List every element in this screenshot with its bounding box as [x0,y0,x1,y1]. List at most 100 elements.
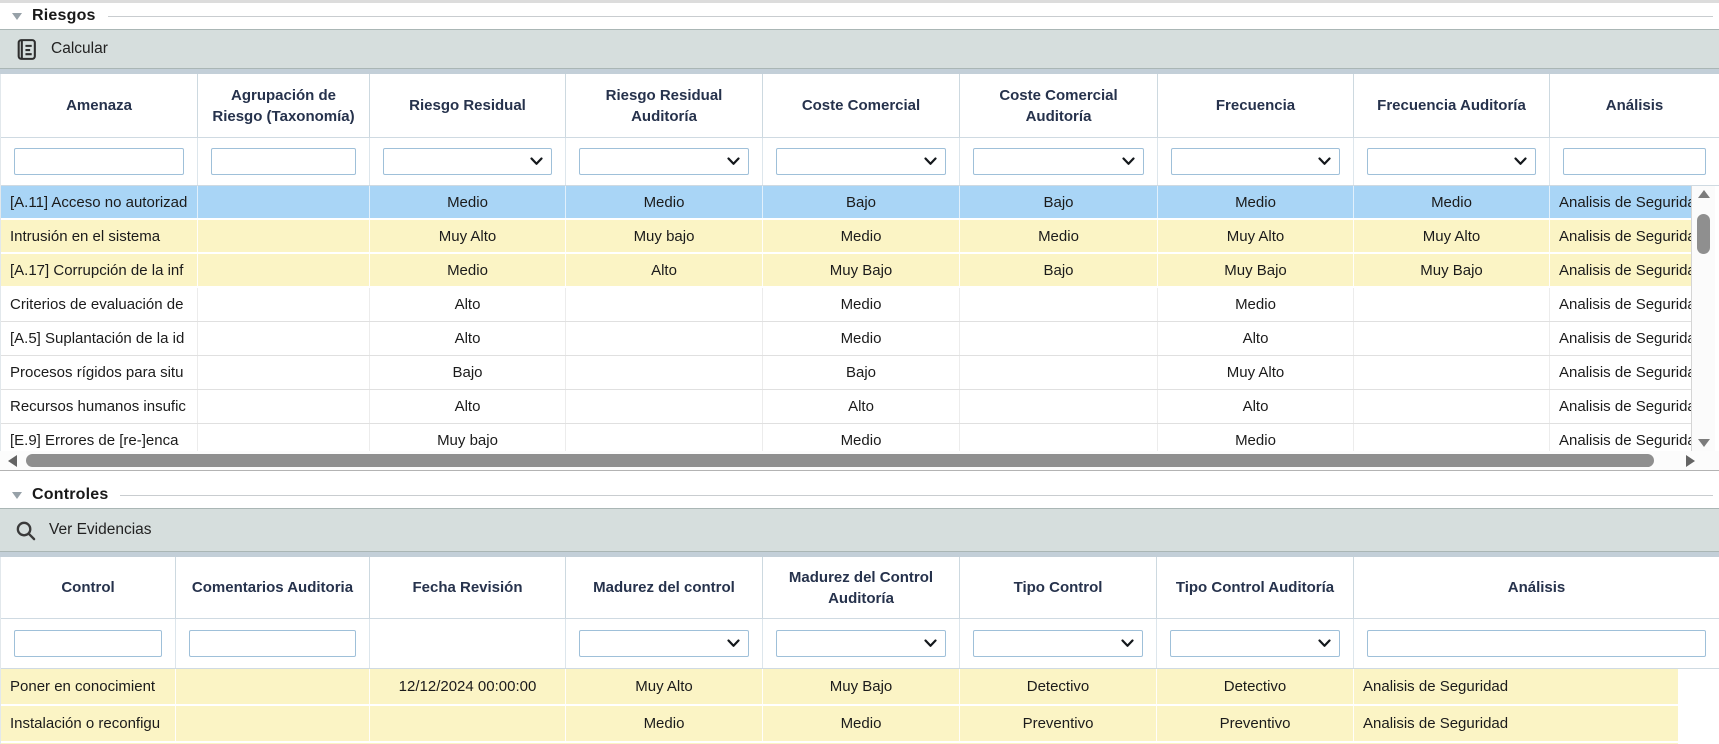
table-cell: Medio [763,706,960,741]
table-cell [566,288,763,321]
scroll-left-arrow[interactable] [8,455,17,467]
table-row[interactable]: Procesos rígidos para situBajoBajoMuy Al… [1,356,1691,390]
chevron-down-icon [1514,157,1527,166]
collapse-triangle-icon[interactable] [12,13,22,20]
ver-evidencias-button[interactable]: Ver Evidencias [14,519,152,542]
filter-input-control[interactable] [14,630,162,657]
filter-select-frecuencia-auditoria[interactable] [1367,148,1536,175]
column-header-agrupacion-de-riesgo-taxonomia[interactable]: Agrupación de Riesgo (Taxonomía) [198,74,370,137]
filter-select-tipo-control[interactable] [973,630,1143,657]
table-cell: Intrusión en el sistema [1,220,198,252]
horizontal-scrollbar-thumb[interactable] [26,454,1654,467]
column-header-riesgo-residual[interactable]: Riesgo Residual [370,74,566,137]
scroll-down-arrow[interactable] [1692,435,1715,451]
calcular-button[interactable]: Calcular [14,37,108,62]
column-header-analisis[interactable]: Análisis [1354,557,1719,618]
table-cell [960,288,1158,321]
chevron-down-icon [1318,157,1331,166]
scroll-right-arrow[interactable] [1686,455,1695,467]
controles-grid: ControlComentarios AuditoriaFecha Revisi… [1,557,1719,744]
table-cell: Analisis de Seguridad [1550,390,1691,423]
table-cell: Muy Alto [566,669,763,704]
table-cell: Analisis de Seguridad [1550,356,1691,389]
table-row[interactable]: [E.9] Errores de [re-]encaMuy bajoMedioM… [1,424,1691,451]
column-header-frecuencia[interactable]: Frecuencia [1158,74,1354,137]
table-cell [198,186,370,218]
table-cell: Preventivo [960,706,1157,741]
controles-table: ControlComentarios AuditoriaFecha Revisi… [0,557,1719,744]
table-cell: Alto [1158,390,1354,423]
riesgos-section-header: Riesgos [0,3,1719,29]
table-cell [198,356,370,389]
horizontal-scrollbar-track[interactable] [22,451,1683,470]
filter-input-agrupacion-de-riesgo-taxonomia[interactable] [211,148,356,175]
filter-select-coste-comercial-auditoria[interactable] [973,148,1144,175]
filter-cell [763,138,960,185]
vertical-scrollbar[interactable] [1691,186,1715,451]
filter-cell [1354,619,1719,668]
horizontal-scrollbar[interactable] [0,451,1719,471]
table-cell: Analisis de Seguridad [1550,288,1691,321]
triangle-down-icon [1698,439,1710,447]
table-cell: Medio [1354,186,1550,218]
column-header-coste-comercial-auditoria[interactable]: Coste Comercial Auditoría [960,74,1158,137]
filter-cell [960,619,1157,668]
table-cell: Muy Bajo [1158,254,1354,286]
table-cell: Bajo [960,254,1158,286]
column-header-control[interactable]: Control [1,557,176,618]
filter-select-riesgo-residual[interactable] [383,148,552,175]
filter-cell [370,619,566,668]
column-header-coste-comercial[interactable]: Coste Comercial [763,74,960,137]
column-header-tipo-control-auditoria[interactable]: Tipo Control Auditoría [1157,557,1354,618]
filter-cell [1158,138,1354,185]
scroll-up-arrow[interactable] [1692,186,1715,202]
filter-select-tipo-control-auditoria[interactable] [1170,630,1340,657]
table-cell: Muy Bajo [763,254,960,286]
column-header-comentarios-auditoria[interactable]: Comentarios Auditoria [176,557,370,618]
table-row[interactable]: [A.11] Acceso no autorizadMedioMedioBajo… [1,186,1691,220]
chevron-down-icon [530,157,543,166]
column-header-frecuencia-auditoria[interactable]: Frecuencia Auditoría [1354,74,1550,137]
table-cell: Bajo [763,356,960,389]
table-cell: Bajo [370,356,566,389]
riesgos-grid: AmenazaAgrupación de Riesgo (Taxonomía)R… [1,74,1719,451]
table-row[interactable]: [A.5] Suplantación de la idAltoMedioAlto… [1,322,1691,356]
filter-cell [763,619,960,668]
vertical-scrollbar-thumb[interactable] [1697,214,1710,254]
table-row[interactable]: Recursos humanos insuficAltoAltoAltoAnal… [1,390,1691,424]
table-cell: Medio [566,186,763,218]
filter-select-madurez-del-control[interactable] [579,630,749,657]
column-header-amenaza[interactable]: Amenaza [1,74,198,137]
column-header-analisis[interactable]: Análisis [1550,74,1719,137]
controles-toolbar: Ver Evidencias [0,508,1719,552]
filter-select-riesgo-residual-auditoria[interactable] [579,148,749,175]
filter-input-analisis[interactable] [1367,630,1706,657]
column-header-fecha-revision[interactable]: Fecha Revisión [370,557,566,618]
filter-select-coste-comercial[interactable] [776,148,946,175]
column-header-madurez-del-control-auditoria[interactable]: Madurez del Control Auditoría [763,557,960,618]
table-cell: Procesos rígidos para situ [1,356,198,389]
vertical-scrollbar-track[interactable] [1692,202,1715,435]
column-header-riesgo-residual-auditoria[interactable]: Riesgo Residual Auditoría [566,74,763,137]
table-cell: Alto [1158,322,1354,355]
collapse-triangle-icon[interactable] [12,492,22,499]
filter-input-comentarios-auditoria[interactable] [189,630,356,657]
table-row[interactable]: Intrusión en el sistemaMuy AltoMuy bajoM… [1,220,1691,254]
table-row[interactable]: [A.17] Corrupción de la infMedioAltoMuy … [1,254,1691,288]
table-cell: Muy Alto [370,220,566,252]
table-row[interactable]: Criterios de evaluación deAltoMedioMedio… [1,288,1691,322]
table-cell: Alto [370,390,566,423]
column-header-tipo-control[interactable]: Tipo Control [960,557,1157,618]
table-cell: Analisis de Seguridad [1550,186,1691,218]
column-header-madurez-del-control[interactable]: Madurez del control [566,557,763,618]
table-row[interactable]: Instalación o reconfiguMedioMedioPrevent… [1,706,1678,743]
section-title: Riesgos [32,7,96,25]
filter-select-frecuencia[interactable] [1171,148,1340,175]
filter-select-madurez-del-control-auditoria[interactable] [776,630,946,657]
filter-input-amenaza[interactable] [14,148,184,175]
table-cell [960,390,1158,423]
filter-input-analisis[interactable] [1563,148,1706,175]
table-row[interactable]: Poner en conocimient12/12/2024 00:00:00M… [1,669,1678,706]
table-cell [1354,390,1550,423]
filter-cell [1157,619,1354,668]
